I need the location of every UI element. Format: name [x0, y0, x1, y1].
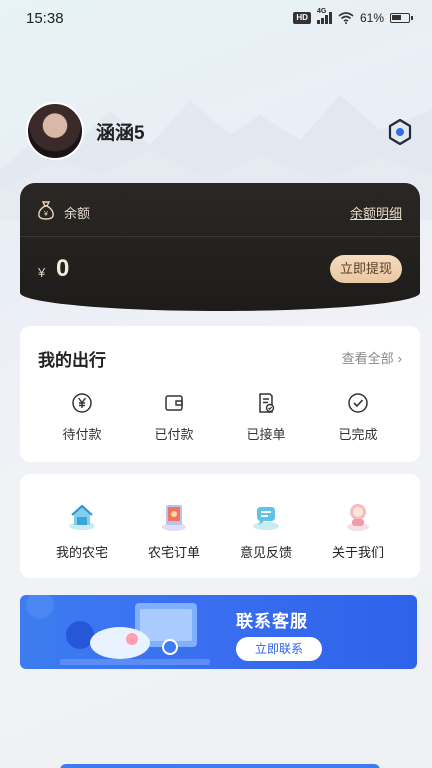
status-icons: HD 4G 61%	[293, 8, 413, 25]
astronaut-icon	[347, 504, 369, 531]
customer-service-banner[interactable]: 联系客服 立即联系	[20, 595, 417, 669]
currency-symbol: ¥	[38, 265, 46, 280]
trip-item-accepted[interactable]: 已接单	[220, 392, 312, 443]
chevron-right-icon: ›	[397, 351, 402, 366]
house-icon	[69, 504, 95, 530]
cellular-signal-icon: 4G	[316, 8, 332, 24]
battery-fill	[392, 15, 401, 20]
status-bar: 15:38 HD 4G 61%	[0, 0, 432, 36]
banner-title: 联系客服	[236, 612, 308, 631]
trip-item-label: 已付款	[154, 427, 194, 442]
wallet-icon	[165, 395, 183, 411]
profile-header[interactable]: 涵涵5	[26, 102, 145, 160]
hd-badge: HD	[293, 12, 311, 24]
wifi-icon	[338, 12, 354, 24]
view-all-link[interactable]: 查看全部 ›	[342, 348, 402, 367]
document-check-icon	[259, 393, 275, 413]
menu-item-label: 我的农宅	[55, 545, 108, 560]
feedback-icon	[253, 507, 279, 530]
menu-item-feedback[interactable]: 意见反馈	[220, 499, 312, 561]
username: 涵涵5	[96, 122, 145, 144]
customer-service-illustration	[26, 595, 210, 665]
yen-pending-icon	[72, 393, 92, 413]
status-time: 15:38	[26, 9, 64, 27]
settings-hex-icon[interactable]	[388, 119, 412, 145]
balance-value: 0	[56, 255, 70, 282]
balance-label: 余额	[64, 206, 91, 221]
view-all-label: 查看全部	[341, 351, 394, 366]
withdraw-button[interactable]: 立即提现	[330, 255, 402, 283]
battery-percent: 61%	[359, 11, 384, 25]
svg-text:¥: ¥	[44, 211, 48, 218]
money-bag-icon: ¥	[38, 201, 54, 220]
balance-card: ¥ 余额 余额明细 ¥ 0 立即提现	[20, 183, 420, 311]
menu-item-label: 农宅订单	[147, 545, 200, 560]
menu-item-label: 意见反馈	[239, 545, 292, 560]
trip-status-grid: 待付款 已付款 已接单 已完成	[36, 392, 432, 443]
menu-item-label: 关于我们	[331, 545, 384, 560]
trip-item-paid[interactable]: 已付款	[128, 392, 220, 443]
trip-item-label: 待付款	[62, 427, 102, 442]
trip-item-completed[interactable]: 已完成	[312, 392, 404, 443]
menu-item-house-orders[interactable]: 农宅订单	[128, 499, 220, 561]
menu-item-about-us[interactable]: 关于我们	[312, 499, 404, 561]
menu-item-my-house[interactable]: 我的农宅	[36, 499, 128, 561]
check-circle-icon	[348, 393, 368, 413]
trip-item-pending-payment[interactable]: 待付款	[36, 392, 128, 443]
battery-icon	[390, 13, 413, 23]
trip-item-label: 已接单	[246, 427, 286, 442]
bottom-action-bar[interactable]	[60, 764, 380, 768]
balance-detail-link[interactable]: 余额明细	[350, 203, 402, 222]
trip-item-label: 已完成	[338, 427, 378, 442]
order-icon	[162, 505, 186, 531]
service-menu-card: 我的农宅 农宅订单 意见反馈 关于我们	[20, 474, 420, 578]
avatar[interactable]	[26, 102, 84, 160]
profile-page: 涵涵5 ¥ 余额 余额明细 ¥ 0 立即提现 我的出行 查看全部 › 待付款 已…	[0, 0, 432, 768]
contact-now-button[interactable]: 立即联系	[236, 637, 322, 661]
service-menu-grid: 我的农宅 农宅订单 意见反馈 关于我们	[36, 499, 432, 561]
network-type: 4G	[316, 8, 327, 15]
section-title: 我的出行	[38, 351, 106, 370]
my-trips-card: 我的出行 查看全部 › 待付款 已付款 已接单 已完成	[20, 326, 420, 462]
balance-header: ¥ 余额 余额明细	[20, 183, 420, 237]
